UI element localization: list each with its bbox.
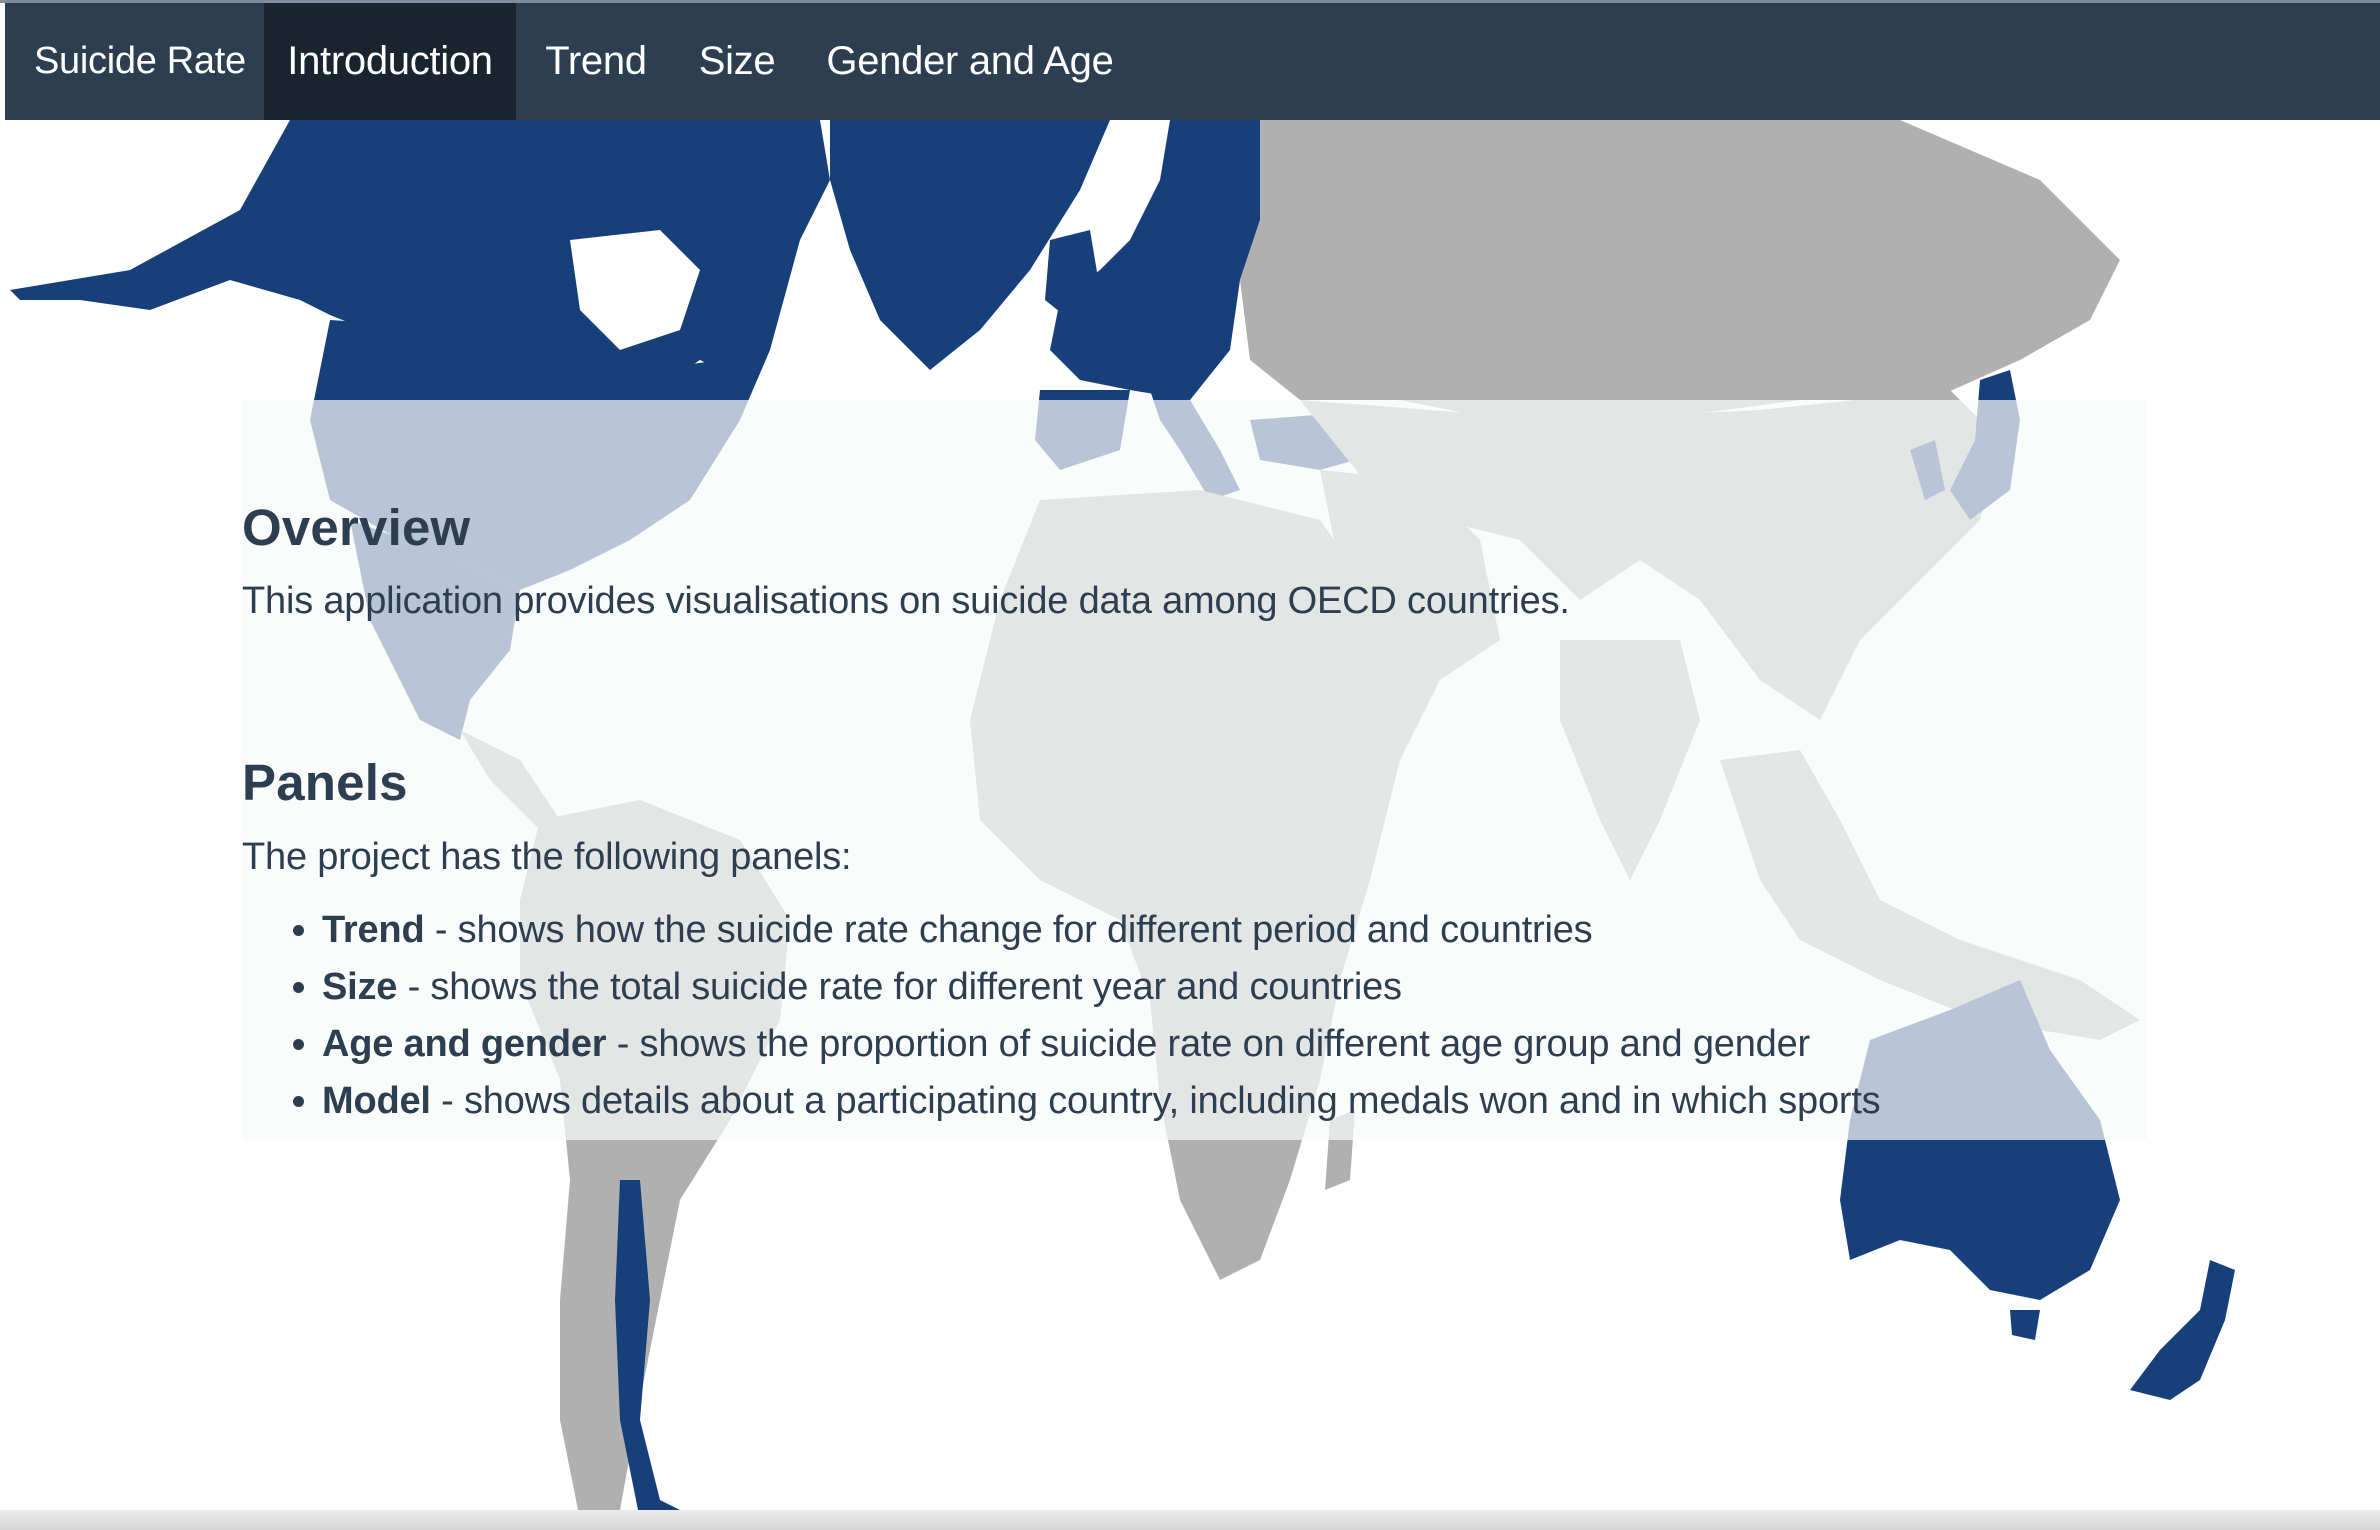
list-item-name: Model — [322, 1080, 431, 1122]
list-item-description: - shows details about a participating co… — [430, 1080, 1881, 1122]
list-item-name: Trend — [322, 909, 425, 951]
tab-size[interactable]: Size — [685, 3, 789, 120]
overview-text: This application provides visualisations… — [242, 580, 1570, 622]
list-item-description: - shows how the suicide rate change for … — [424, 909, 1593, 951]
tab-trend[interactable]: Trend — [521, 3, 671, 120]
list-item-description: - shows the total suicide rate for diffe… — [397, 966, 1402, 1008]
tab-introduction[interactable]: Introduction — [264, 3, 516, 120]
overview-heading: Overview — [242, 499, 471, 556]
navbar: Suicide Rate Introduction Trend Size Gen… — [5, 3, 2380, 120]
map-russia — [1240, 120, 2120, 420]
list-item-description: - shows the proportion of suicide rate o… — [606, 1023, 1810, 1065]
tab-gender-and-age[interactable]: Gender and Age — [817, 3, 1123, 120]
list-item: Size - shows the total suicide rate for … — [322, 959, 2227, 1016]
list-item: Age and gender - shows the proportion of… — [322, 1016, 2227, 1073]
list-item-name: Age and gender — [322, 1023, 607, 1065]
panels-intro: The project has the following panels: — [242, 836, 852, 878]
map-tasmania — [2010, 1310, 2040, 1340]
panels-list: Trend - shows how the suicide rate chang… — [242, 902, 2227, 1130]
navbar-brand[interactable]: Suicide Rate — [34, 3, 246, 120]
map-new-zealand — [2130, 1260, 2235, 1400]
window-bottom-edge — [0, 1510, 2380, 1530]
list-item: Trend - shows how the suicide rate chang… — [322, 902, 2227, 959]
list-item-name: Size — [322, 966, 398, 1008]
intro-panel: Overview This application provides visua… — [242, 400, 2147, 1140]
panels-heading: Panels — [242, 754, 408, 811]
list-item: Model - shows details about a participat… — [322, 1073, 2227, 1130]
